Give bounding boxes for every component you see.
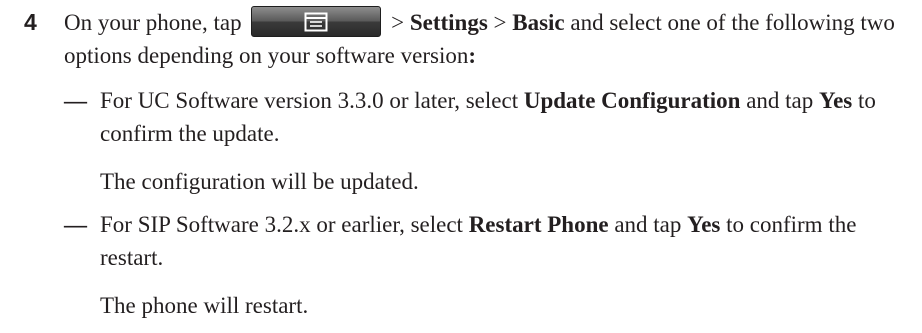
option-list: — For UC Software version 3.3.0 or later…: [64, 84, 914, 322]
option-dash: —: [64, 212, 87, 237]
restart-phone-label: Restart Phone: [468, 212, 609, 237]
step-arrow-text: >: [391, 10, 410, 35]
update-configuration-label: Update Configuration: [523, 88, 741, 113]
option-text: and tap: [740, 88, 820, 113]
option-result: The phone will restart.: [100, 293, 309, 318]
step-number: 4: [24, 9, 37, 35]
step-colon: :: [468, 43, 477, 68]
option-text: and tap: [608, 212, 688, 237]
instruction-step: 4 On your phone, tap > Settings > Basic …: [24, 6, 914, 332]
yes-label: Yes: [819, 88, 853, 113]
option-item-sip-software: — For SIP Software 3.2.x or earlier, sel…: [64, 208, 914, 322]
step-separator: >: [487, 10, 513, 35]
yes-label: Yes: [687, 212, 721, 237]
step-intro-text: On your phone, tap: [64, 10, 242, 35]
menu-icon: [304, 12, 328, 31]
basic-label: Basic: [512, 10, 565, 35]
settings-label: Settings: [409, 10, 488, 35]
option-item-uc-software: — For UC Software version 3.3.0 or later…: [64, 84, 914, 198]
option-dash: —: [64, 88, 87, 113]
menu-key-button: [251, 6, 382, 37]
option-result: The configuration will be updated.: [100, 169, 419, 194]
step-instruction: On your phone, tap > Settings > Basic an…: [64, 6, 914, 72]
option-text: For SIP Software 3.2.x or earlier, selec…: [100, 212, 469, 237]
option-text: For UC Software version 3.3.0 or later, …: [100, 88, 524, 113]
